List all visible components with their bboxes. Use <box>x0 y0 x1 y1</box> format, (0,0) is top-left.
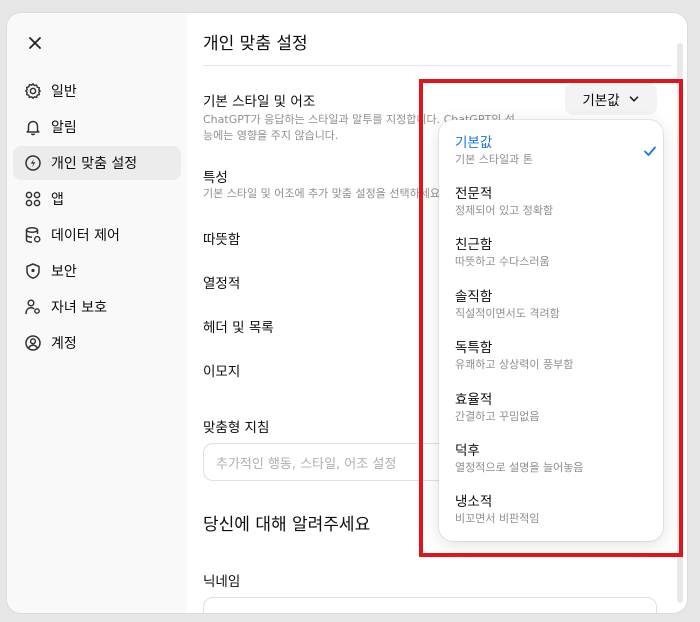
sidebar-item-apps[interactable]: 앱 <box>13 182 181 216</box>
sidebar-item-parental-controls[interactable]: 자녀 보호 <box>13 290 181 324</box>
sidebar-item-data-controls[interactable]: 데이터 제어 <box>13 218 181 252</box>
traits-description: 기본 스타일 및 어조에 추가 맞춤 설정을 선택하세요. <box>203 187 444 200</box>
sidebar-item-label: 개인 맞춤 설정 <box>51 156 138 172</box>
toggle-enthusiasm-label: 열정적 <box>203 276 241 292</box>
annotation-highlight-box <box>419 79 683 557</box>
sidebar-item-label: 데이터 제어 <box>51 228 120 244</box>
sidebar-item-notifications[interactable]: 알림 <box>13 110 181 144</box>
sidebar-item-label: 앱 <box>51 192 64 208</box>
style-description-line2: 능에는 영향을 주지 않습니다. <box>203 129 339 142</box>
sidebar-item-label: 알림 <box>51 120 77 136</box>
personalization-icon <box>23 153 43 173</box>
bell-icon <box>23 117 43 137</box>
sidebar-item-security[interactable]: 보안 <box>13 254 181 288</box>
apps-grid-icon <box>23 189 43 209</box>
sidebar-item-account[interactable]: 계정 <box>13 326 181 360</box>
title-divider <box>203 65 671 66</box>
sidebar-item-general[interactable]: 일반 <box>13 74 181 108</box>
parental-icon <box>23 297 43 317</box>
traits-label: 특성 <box>203 170 228 186</box>
account-icon <box>23 333 43 353</box>
sidebar-item-label: 일반 <box>51 84 77 100</box>
shield-icon <box>23 261 43 281</box>
sidebar-item-label: 보안 <box>51 264 77 280</box>
close-icon <box>29 37 41 49</box>
database-icon <box>23 225 43 245</box>
instructions-label: 맞춤형 지침 <box>203 420 270 436</box>
gear-icon <box>23 81 43 101</box>
nickname-label: 닉네임 <box>203 574 241 590</box>
sidebar-item-label: 계정 <box>51 336 77 352</box>
sidebar-item-personalization[interactable]: 개인 맞춤 설정 <box>13 146 181 180</box>
instructions-placeholder: 추가적인 행동, 스타일, 어조 설정 <box>216 456 397 472</box>
style-label: 기본 스타일 및 어조 <box>203 94 316 110</box>
nickname-input[interactable] <box>203 597 657 613</box>
toggle-emoji-label: 이모지 <box>203 364 241 380</box>
toggle-warmth-label: 따뜻함 <box>203 232 241 248</box>
close-button[interactable] <box>25 33 45 53</box>
toggle-headers-label: 헤더 및 목록 <box>203 320 274 336</box>
settings-sidebar: 일반 알림 개인 맞춤 설정 앱 데이터 제어 보안 자녀 보호 계정 <box>7 13 187 613</box>
about-you-title: 당신에 대해 알려주세요 <box>203 515 371 535</box>
page-title: 개인 맞춤 설정 <box>203 34 308 54</box>
sidebar-item-label: 자녀 보호 <box>51 300 107 316</box>
